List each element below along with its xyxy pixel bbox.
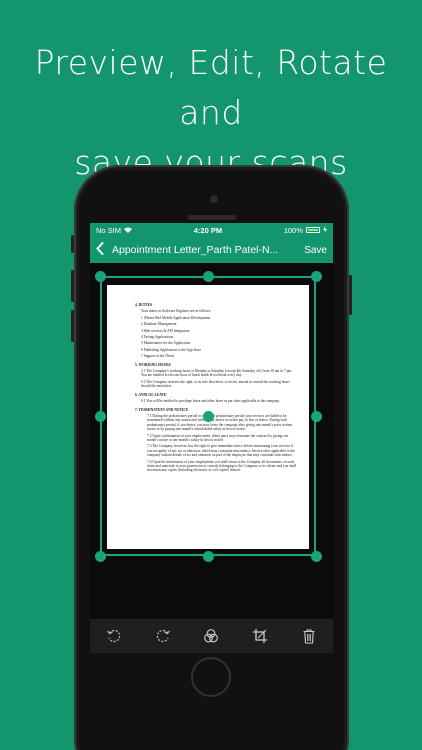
crop-button[interactable] xyxy=(248,624,272,648)
phone-screen: No SIM 4:20 PM 100% Appointment Letter_P… xyxy=(90,223,333,653)
scan-preview-canvas: 4. DUTIES Your duties as Software Engine… xyxy=(90,263,333,619)
crop-icon xyxy=(253,629,268,643)
rotate-left-icon xyxy=(107,629,121,643)
headline-line-1: Preview, Edit, Rotate and xyxy=(34,43,388,132)
carrier-label: No SIM xyxy=(96,225,122,235)
battery-percent: 100% xyxy=(283,225,303,235)
color-filter-icon xyxy=(204,629,219,643)
battery-icon xyxy=(306,227,320,233)
rotate-right-icon xyxy=(156,629,170,643)
back-button[interactable] xyxy=(96,241,106,259)
earpiece-speaker xyxy=(188,215,236,220)
wifi-icon xyxy=(124,226,133,235)
navigation-bar: Appointment Letter_Parth Patel-N... Save xyxy=(90,237,333,263)
home-button[interactable] xyxy=(191,657,231,697)
crop-handle-top-right[interactable] xyxy=(310,270,322,282)
mute-switch xyxy=(71,235,74,253)
rotate-right-button[interactable] xyxy=(151,624,175,648)
volume-up-button xyxy=(71,270,74,302)
volume-down-button xyxy=(71,310,74,342)
chevron-left-icon xyxy=(96,241,104,255)
crop-handle-top[interactable] xyxy=(202,270,214,282)
crop-handle-bottom-left[interactable] xyxy=(94,550,106,562)
status-time: 4:20 PM xyxy=(193,225,223,235)
edit-toolbar xyxy=(90,619,333,653)
crop-handle-top-left[interactable] xyxy=(94,270,106,282)
trash-icon xyxy=(303,629,315,644)
phone-frame: No SIM 4:20 PM 100% Appointment Letter_P… xyxy=(71,165,352,750)
crop-handle-left[interactable] xyxy=(94,410,106,422)
charging-icon xyxy=(323,225,327,235)
rotate-left-button[interactable] xyxy=(102,624,126,648)
crop-handle-right[interactable] xyxy=(310,410,322,422)
crop-handle-center[interactable] xyxy=(202,410,214,422)
crop-handle-bottom[interactable] xyxy=(202,550,214,562)
power-button xyxy=(349,275,352,315)
save-button[interactable]: Save xyxy=(304,245,327,256)
color-filter-button[interactable] xyxy=(199,624,223,648)
document-title: Appointment Letter_Parth Patel-N... xyxy=(112,244,279,256)
delete-button[interactable] xyxy=(297,624,321,648)
crop-handle-bottom-right[interactable] xyxy=(310,550,322,562)
status-bar: No SIM 4:20 PM 100% xyxy=(90,223,333,237)
front-camera xyxy=(210,195,218,203)
